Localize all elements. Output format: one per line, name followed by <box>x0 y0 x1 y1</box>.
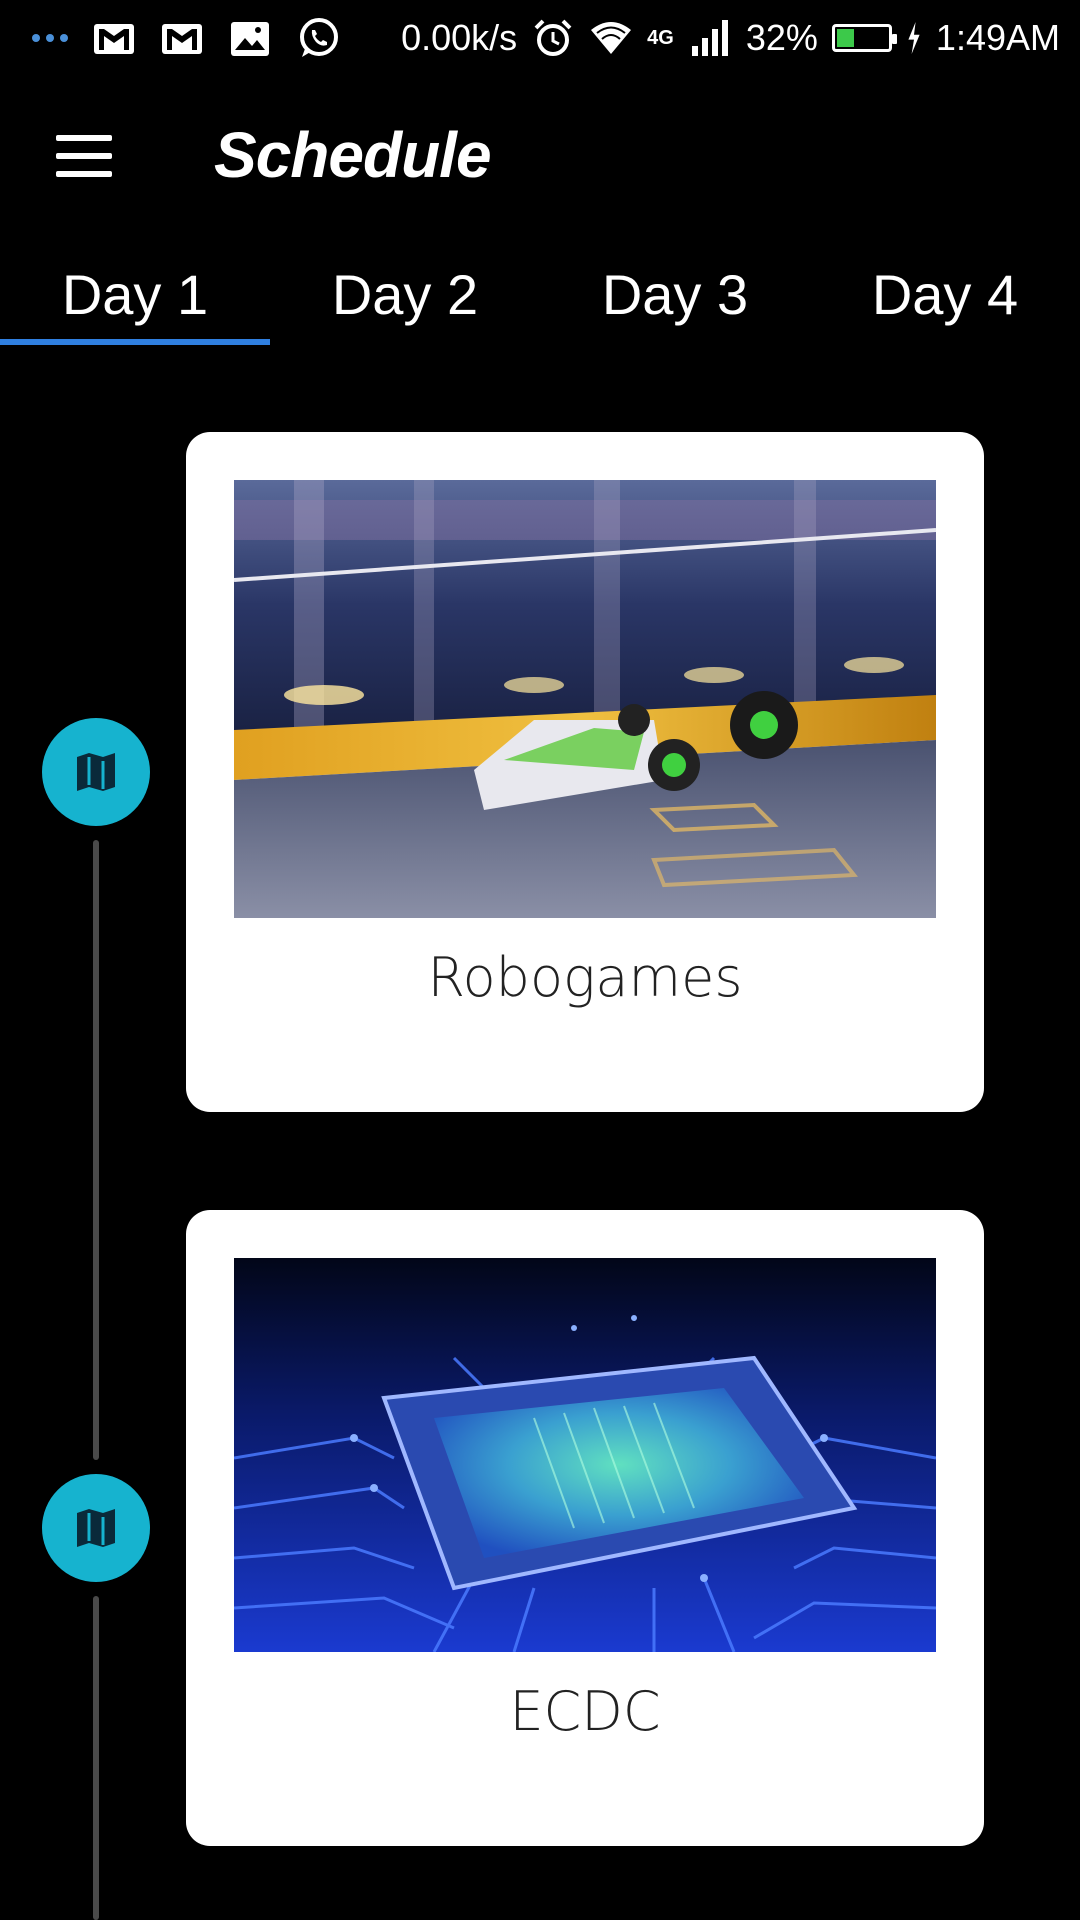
charging-icon <box>908 22 920 54</box>
timeline-node[interactable] <box>42 1474 150 1582</box>
tab-day-2[interactable]: Day 2 <box>270 255 540 347</box>
event-image-ecdc <box>234 1258 936 1652</box>
wifi-icon <box>591 22 632 54</box>
map-icon <box>77 753 115 791</box>
day-tabs: Day 1 Day 2 Day 3 Day 4 <box>0 255 1080 347</box>
page-title: Schedule <box>214 119 492 191</box>
timeline-line <box>93 840 99 1460</box>
tab-day-1[interactable]: Day 1 <box>0 255 270 347</box>
event-title: Robogames <box>427 946 743 1009</box>
tab-day-4[interactable]: Day 4 <box>810 255 1080 347</box>
gmail-icon <box>162 24 202 54</box>
alarm-icon <box>534 19 572 56</box>
event-card-ecdc[interactable]: ECDC <box>186 1210 984 1846</box>
network-speed: 0.00k/s <box>401 17 518 58</box>
signal-icon <box>691 20 728 56</box>
gmail-icon <box>94 24 134 54</box>
battery-icon <box>831 24 897 52</box>
timeline-node[interactable] <box>42 718 150 826</box>
event-title: ECDC <box>509 1680 661 1743</box>
whatsapp-icon <box>300 18 338 57</box>
clock: 1:49AM <box>935 17 1060 58</box>
more-dots-icon <box>32 34 68 42</box>
event-card-robogames[interactable]: Robogames <box>186 432 984 1112</box>
map-icon <box>77 1509 115 1547</box>
battery-percent: 32% <box>745 17 818 58</box>
gallery-icon <box>231 22 269 56</box>
app-bar: Schedule <box>0 76 1080 236</box>
event-image-robogames <box>234 480 936 918</box>
network-type: 4G <box>647 26 674 49</box>
tab-day-3[interactable]: Day 3 <box>540 255 810 347</box>
hamburger-menu-icon[interactable] <box>40 121 130 191</box>
timeline-line <box>93 1596 99 1920</box>
status-bar: 0.00k/s 4G 32% 1:49AM <box>0 0 1080 76</box>
